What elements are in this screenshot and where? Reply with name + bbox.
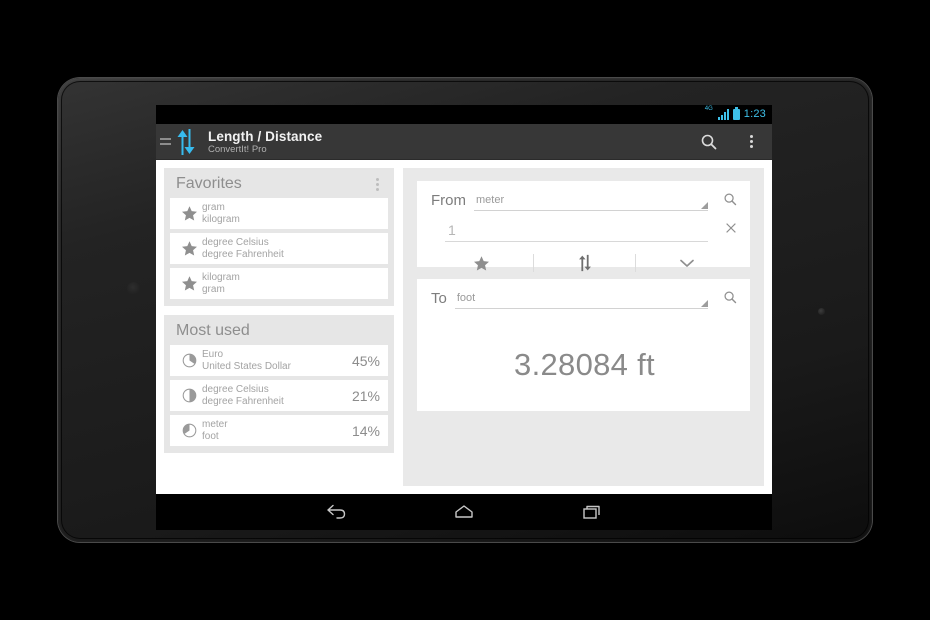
favorite-labels: kilogram gram: [202, 272, 380, 295]
home-icon[interactable]: [444, 494, 484, 530]
right-bezel-dot: [818, 308, 825, 315]
favorite-row[interactable]: gram kilogram: [170, 198, 388, 229]
signal-bars-icon: [717, 109, 729, 120]
pie-chart-icon: [176, 388, 202, 403]
from-value-text: 1: [448, 222, 456, 238]
expand-button[interactable]: [636, 250, 738, 276]
up-down-arrows-logo[interactable]: [174, 127, 200, 157]
favorite-to: kilogram: [202, 213, 240, 225]
most-used-labels: meter foot: [202, 419, 346, 442]
swap-units-button[interactable]: [534, 250, 636, 276]
favorites-overflow-menu-icon[interactable]: [372, 176, 383, 193]
status-clock: 1:23: [743, 108, 766, 120]
favorite-button[interactable]: [431, 250, 533, 276]
action-bar-titles: Length / Distance ConvertIt! Pro: [208, 129, 688, 155]
most-used-title: Most used: [176, 322, 250, 339]
most-used-from: meter: [202, 419, 228, 430]
most-used-row[interactable]: meter foot 14%: [170, 415, 388, 446]
favorites-header: Favorites: [170, 174, 388, 198]
most-used-to: United States Dollar: [202, 360, 291, 372]
to-unit-spinner[interactable]: foot: [454, 289, 709, 309]
star-icon: [176, 240, 202, 257]
status-bar: 4G 1:23: [156, 105, 772, 124]
drawer-indicator-icon[interactable]: [160, 138, 171, 145]
pie-chart-icon: [176, 353, 202, 368]
tablet-device-frame: 4G 1:23 Length / Distance ConvertIt! Pro…: [58, 78, 872, 542]
most-used-row[interactable]: Euro United States Dollar 45%: [170, 345, 388, 376]
favorite-to: gram: [202, 283, 225, 295]
favorite-to: degree Fahrenheit: [202, 248, 284, 260]
network-type-label: 4G: [704, 106, 713, 112]
favorite-from: degree Celsius: [202, 237, 269, 248]
star-icon: [176, 205, 202, 222]
favorite-from: gram: [202, 202, 225, 213]
most-used-labels: degree Celsius degree Fahrenheit: [202, 384, 346, 407]
from-value-input[interactable]: 1: [445, 220, 708, 242]
most-used-panel: Most used Euro United States Dollar 45% …: [164, 315, 394, 453]
from-search-icon[interactable]: [708, 191, 738, 207]
most-used-percent: 45%: [351, 352, 380, 369]
favorite-row[interactable]: kilogram gram: [170, 268, 388, 299]
most-used-to: foot: [202, 430, 219, 442]
to-search-icon[interactable]: [708, 289, 738, 305]
most-used-from: Euro: [202, 349, 224, 360]
recents-icon[interactable]: [572, 494, 612, 530]
from-unit-spinner[interactable]: meter: [474, 191, 708, 211]
most-used-percent: 14%: [351, 422, 380, 439]
to-unit-row: To foot: [431, 289, 738, 309]
most-used-header: Most used: [170, 321, 388, 345]
action-bar: Length / Distance ConvertIt! Pro: [156, 124, 772, 160]
most-used-from: degree Celsius: [202, 384, 269, 395]
ambient-sensor: [127, 282, 140, 295]
app-subtitle: ConvertIt! Pro: [208, 143, 267, 155]
back-icon[interactable]: [316, 494, 356, 530]
converter-column: From meter 1 To foot 3.28084 ft: [403, 168, 764, 486]
tablet-screen: 4G 1:23 Length / Distance ConvertIt! Pro…: [156, 105, 772, 530]
to-unit-value: foot: [456, 292, 476, 304]
favorites-title: Favorites: [176, 175, 242, 192]
from-action-row: [431, 250, 738, 276]
app-content: Favorites gram kilogram degree Celsius d…: [156, 160, 772, 494]
page-title: Length / Distance: [208, 128, 323, 144]
left-column: Favorites gram kilogram degree Celsius d…: [164, 168, 394, 486]
battery-full-icon: [732, 107, 740, 120]
star-icon: [176, 275, 202, 292]
to-label: To: [431, 290, 447, 307]
conversion-result: 3.28084 ft: [514, 347, 655, 382]
favorite-labels: degree Celsius degree Fahrenheit: [202, 237, 380, 260]
favorite-from: kilogram: [202, 272, 240, 283]
from-card: From meter 1: [417, 181, 750, 272]
favorite-row[interactable]: degree Celsius degree Fahrenheit: [170, 233, 388, 264]
from-unit-value: meter: [476, 194, 505, 206]
from-unit-row: From meter: [431, 191, 738, 211]
favorites-panel: Favorites gram kilogram degree Celsius d…: [164, 168, 394, 306]
favorite-labels: gram kilogram: [202, 202, 380, 225]
to-card: To foot 3.28084 ft: [417, 279, 750, 411]
pie-chart-icon: [176, 423, 202, 438]
most-used-labels: Euro United States Dollar: [202, 349, 346, 372]
overflow-menu-icon[interactable]: [730, 124, 772, 160]
most-used-row[interactable]: degree Celsius degree Fahrenheit 21%: [170, 380, 388, 411]
from-label: From: [431, 192, 466, 209]
most-used-percent: 21%: [351, 387, 380, 404]
most-used-to: degree Fahrenheit: [202, 395, 284, 407]
from-value-row: 1: [431, 220, 738, 242]
navigation-bar: [156, 494, 772, 530]
close-icon[interactable]: [708, 220, 738, 235]
search-icon[interactable]: [688, 124, 730, 160]
